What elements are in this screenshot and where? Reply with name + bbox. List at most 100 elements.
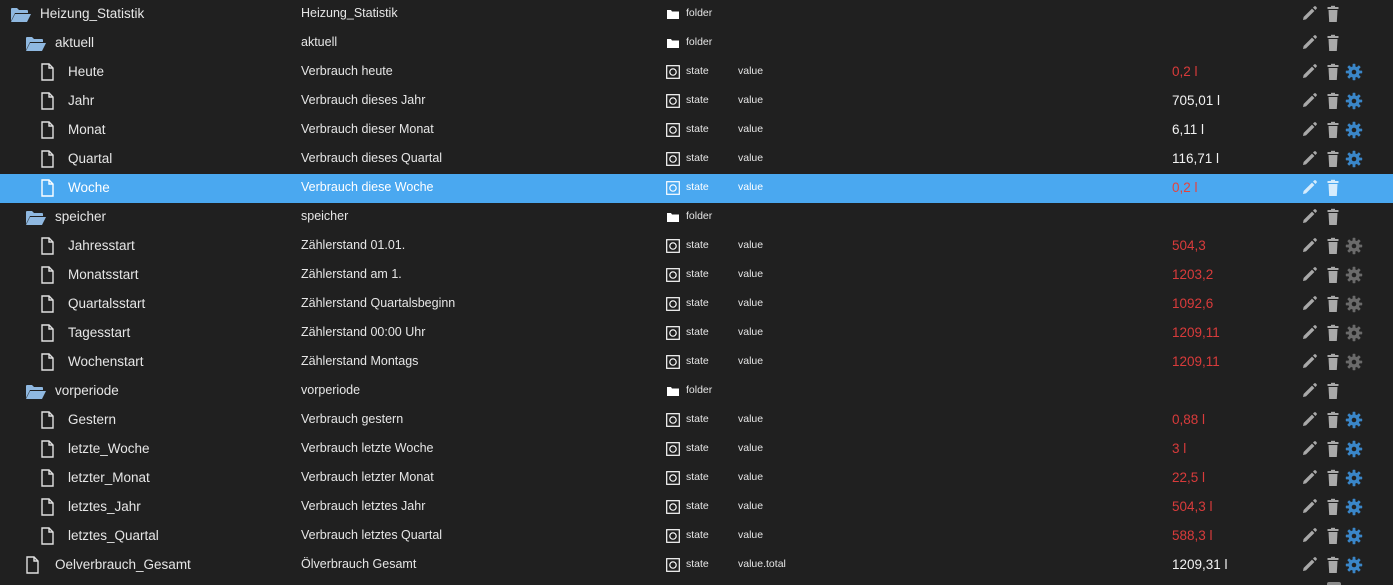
edit-icon[interactable] bbox=[1300, 498, 1318, 516]
settings-gear-icon[interactable] bbox=[1345, 469, 1363, 487]
tree-row[interactable]: letztes_Jahr Verbrauch letztes Jahr state… bbox=[0, 493, 1393, 522]
tree-row[interactable]: Monat Verbrauch dieser Monat state value 6,… bbox=[0, 116, 1393, 145]
delete-icon[interactable] bbox=[1324, 527, 1342, 545]
delete-icon[interactable] bbox=[1324, 440, 1342, 458]
settings-gear-icon[interactable] bbox=[1345, 440, 1363, 458]
settings-gear-icon[interactable] bbox=[1345, 92, 1363, 110]
delete-icon[interactable] bbox=[1324, 121, 1342, 139]
object-role: value bbox=[738, 239, 764, 251]
edit-icon[interactable] bbox=[1300, 266, 1318, 284]
edit-icon[interactable] bbox=[1300, 469, 1318, 487]
object-value[interactable]: 1203,2 bbox=[1172, 261, 1213, 290]
edit-icon[interactable] bbox=[1300, 382, 1318, 400]
delete-icon[interactable] bbox=[1324, 295, 1342, 313]
object-value[interactable]: 3 l bbox=[1172, 435, 1186, 464]
object-value[interactable]: 705,01 l bbox=[1172, 87, 1220, 116]
folder-open-icon[interactable] bbox=[25, 383, 47, 400]
edit-icon[interactable] bbox=[1300, 179, 1318, 197]
settings-gear-icon[interactable] bbox=[1345, 63, 1363, 81]
tree-row[interactable]: vorperiode vorperiode folder bbox=[0, 377, 1393, 406]
delete-icon[interactable] bbox=[1324, 34, 1342, 52]
delete-icon[interactable] bbox=[1324, 411, 1342, 429]
settings-gear-icon[interactable] bbox=[1345, 266, 1363, 284]
settings-gear-icon[interactable] bbox=[1345, 498, 1363, 516]
object-value[interactable]: 0,2 l bbox=[1172, 58, 1198, 87]
delete-icon[interactable] bbox=[1324, 179, 1342, 197]
tree-row[interactable]: aktuell aktuell folder bbox=[0, 29, 1393, 58]
file-icon bbox=[40, 121, 54, 139]
object-value[interactable]: 116,71 l bbox=[1172, 145, 1219, 174]
tree-row[interactable]: Tagesstart Zählerstand 00:00 Uhr state val… bbox=[0, 319, 1393, 348]
object-value[interactable]: 0,2 l bbox=[1172, 174, 1198, 203]
delete-icon[interactable] bbox=[1324, 498, 1342, 516]
settings-gear-icon[interactable] bbox=[1345, 353, 1363, 371]
object-value[interactable]: 504,3 bbox=[1172, 232, 1206, 261]
tree-row[interactable]: Heizung_Statistik Heizung_Statistik folde… bbox=[0, 0, 1393, 29]
edit-icon[interactable] bbox=[1300, 34, 1318, 52]
delete-icon[interactable] bbox=[1324, 150, 1342, 168]
delete-icon[interactable] bbox=[1324, 208, 1342, 226]
tree-row[interactable]: Quartal Verbrauch dieses Quartal state val… bbox=[0, 145, 1393, 174]
object-name: Verbrauch letzter Monat bbox=[301, 470, 434, 484]
object-value[interactable]: 1209,31 l bbox=[1172, 551, 1228, 580]
delete-icon[interactable] bbox=[1324, 382, 1342, 400]
delete-icon[interactable] bbox=[1324, 556, 1342, 574]
delete-icon[interactable] bbox=[1324, 63, 1342, 81]
delete-icon[interactable] bbox=[1324, 237, 1342, 255]
edit-icon[interactable] bbox=[1300, 150, 1318, 168]
tree-row[interactable]: Monatsstart Zählerstand am 1. state value 1… bbox=[0, 261, 1393, 290]
edit-icon[interactable] bbox=[1300, 5, 1318, 23]
delete-icon[interactable] bbox=[1324, 353, 1342, 371]
edit-icon[interactable] bbox=[1300, 237, 1318, 255]
delete-icon[interactable] bbox=[1324, 469, 1342, 487]
settings-gear-icon[interactable] bbox=[1345, 150, 1363, 168]
folder-open-icon[interactable] bbox=[10, 6, 32, 23]
tree-row[interactable]: Gestern Verbrauch gestern state value 0,88 … bbox=[0, 406, 1393, 435]
object-value[interactable]: 588,3 l bbox=[1172, 522, 1213, 551]
edit-icon[interactable] bbox=[1300, 295, 1318, 313]
edit-icon[interactable] bbox=[1300, 527, 1318, 545]
tree-row[interactable]: Woche Verbrauch diese Woche state value 0,2… bbox=[0, 174, 1393, 203]
tree-row[interactable]: letztes_Quartal Verbrauch letztes Quartal… bbox=[0, 522, 1393, 551]
object-value[interactable]: 0,88 l bbox=[1172, 406, 1205, 435]
delete-icon[interactable] bbox=[1324, 5, 1342, 23]
settings-gear-icon[interactable] bbox=[1345, 411, 1363, 429]
settings-gear-icon[interactable] bbox=[1345, 556, 1363, 574]
edit-icon[interactable] bbox=[1300, 121, 1318, 139]
tree-row[interactable]: letzte_Woche Verbrauch letzte Woche state… bbox=[0, 435, 1393, 464]
object-value[interactable]: 504,3 l bbox=[1172, 493, 1213, 522]
edit-icon[interactable] bbox=[1300, 411, 1318, 429]
edit-icon[interactable] bbox=[1300, 63, 1318, 81]
tree-row[interactable]: Oelverbrauch_Gesamt Ölverbrauch Gesamt st… bbox=[0, 551, 1393, 580]
object-value[interactable]: 1092,6 bbox=[1172, 290, 1213, 319]
object-value[interactable]: 6,11 l bbox=[1172, 116, 1204, 145]
settings-gear-icon[interactable] bbox=[1345, 295, 1363, 313]
edit-icon[interactable] bbox=[1300, 556, 1318, 574]
tree-row[interactable]: Jahr Verbrauch dieses Jahr state value 705,… bbox=[0, 87, 1393, 116]
delete-icon[interactable] bbox=[1324, 92, 1342, 110]
tree-row[interactable]: Quartalsstart Zählerstand Quartalsbeginn … bbox=[0, 290, 1393, 319]
edit-icon[interactable] bbox=[1300, 208, 1318, 226]
tree-row[interactable]: speicher speicher folder bbox=[0, 203, 1393, 232]
delete-icon[interactable] bbox=[1324, 324, 1342, 342]
tree-row[interactable]: Wochenstart Zählerstand Montags state valu… bbox=[0, 348, 1393, 377]
folder-open-icon[interactable] bbox=[25, 209, 47, 226]
settings-gear-icon[interactable] bbox=[1345, 324, 1363, 342]
tree-row[interactable]: Jahresstart Zählerstand 01.01. state value… bbox=[0, 232, 1393, 261]
delete-icon[interactable] bbox=[1324, 266, 1342, 284]
object-role: value bbox=[738, 123, 764, 135]
settings-gear-icon[interactable] bbox=[1345, 527, 1363, 545]
object-value[interactable]: 1209,11 bbox=[1172, 319, 1220, 348]
settings-gear-icon[interactable] bbox=[1345, 121, 1363, 139]
edit-icon[interactable] bbox=[1300, 440, 1318, 458]
edit-icon[interactable] bbox=[1300, 92, 1318, 110]
object-value[interactable]: 1209,11 bbox=[1172, 348, 1220, 377]
tree-row[interactable]: letzter_Monat Verbrauch letzter Monat sta… bbox=[0, 464, 1393, 493]
edit-icon[interactable] bbox=[1300, 324, 1318, 342]
settings-gear-icon[interactable] bbox=[1345, 237, 1363, 255]
edit-icon[interactable] bbox=[1300, 353, 1318, 371]
folder-open-icon[interactable] bbox=[25, 35, 47, 52]
tree-row[interactable]: Heute Verbrauch heute state value 0,2 l bbox=[0, 58, 1393, 87]
object-type: folder bbox=[686, 384, 713, 396]
object-value[interactable]: 22,5 l bbox=[1172, 464, 1205, 493]
